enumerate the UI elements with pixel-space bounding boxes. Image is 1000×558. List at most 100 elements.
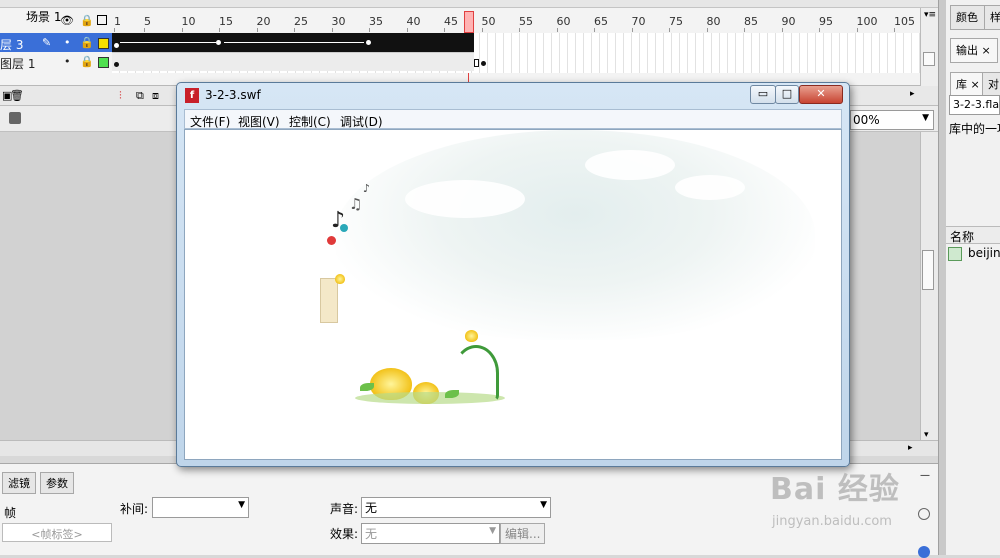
- window-title: 3-2-3.swf: [205, 88, 261, 102]
- scene-name[interactable]: 场景 1: [26, 8, 61, 25]
- playhead[interactable]: [464, 11, 474, 33]
- layer-3-frames[interactable]: [112, 33, 485, 52]
- menu-debug[interactable]: 调试(D): [340, 113, 383, 130]
- flash-player-icon: f: [185, 88, 199, 103]
- frame-number: 45: [444, 15, 458, 28]
- outline-color-swatch[interactable]: [98, 38, 109, 49]
- outline-icon[interactable]: [97, 15, 107, 25]
- visibility-dot[interactable]: •: [64, 36, 71, 49]
- scroll-right-icon[interactable]: ▸: [910, 89, 915, 99]
- frame-ruler[interactable]: 1 5 10 15 20 25 30 35 40 45 50 55 60 65 70 75 80 85 90 95 10…: [112, 12, 920, 32]
- trash-icon[interactable]: 🗑: [10, 89, 24, 102]
- library-item-name: beijing: [968, 246, 1000, 260]
- layer-row-1[interactable]: 图层 1 • 🔒: [0, 52, 112, 71]
- center-frame-icon[interactable]: ⫶: [119, 89, 122, 103]
- tab-align[interactable]: 对: [982, 72, 1000, 97]
- layer-row-3[interactable]: 层 3 ✎ • 🔒: [0, 33, 112, 52]
- frame-number: 55: [519, 15, 533, 28]
- frame-tick: [706, 28, 708, 32]
- swf-movie-content[interactable]: ♪ ♫ ♪: [184, 129, 842, 460]
- onion-outline-icon[interactable]: ⧈: [152, 89, 159, 103]
- tween-select[interactable]: ▼: [152, 497, 249, 518]
- menu-control[interactable]: 控制(C): [289, 113, 331, 130]
- frame-number: 85: [744, 15, 758, 28]
- frame-number: 40: [406, 15, 421, 28]
- frame-number: 1: [114, 15, 121, 28]
- keyframe[interactable]: [366, 40, 371, 45]
- menu-view[interactable]: 视图(V): [238, 113, 280, 130]
- scroll-down-icon[interactable]: ▾: [924, 430, 929, 440]
- keyframe[interactable]: [114, 43, 119, 48]
- timeline-scrollbar[interactable]: ▾≡: [920, 8, 938, 86]
- cloud: [585, 150, 675, 180]
- frame-tick: [631, 28, 633, 32]
- keyframe[interactable]: [481, 61, 486, 66]
- tab-output-label: 输出: [956, 44, 978, 57]
- cloud: [405, 180, 525, 218]
- heart-icon: [340, 224, 348, 232]
- library-item[interactable]: beijing: [948, 246, 1000, 261]
- frame-tick: [219, 28, 220, 32]
- visibility-dot[interactable]: •: [64, 55, 71, 68]
- scroll-thumb[interactable]: [922, 250, 934, 290]
- library-document-select[interactable]: 3-2-3.fla: [949, 95, 1000, 115]
- watermark-url: jingyan.baidu.com: [772, 514, 892, 529]
- scroll-thumb[interactable]: [923, 52, 935, 66]
- sound-select[interactable]: 无 ▼: [361, 497, 551, 518]
- layer-name[interactable]: 层 3: [0, 36, 23, 53]
- end-frame[interactable]: [480, 41, 485, 49]
- lock-icon[interactable]: 🔒: [80, 36, 94, 49]
- frame-number: 25: [294, 15, 308, 28]
- end-frame[interactable]: [474, 59, 479, 67]
- frame-tick: [406, 28, 408, 32]
- frame-number: 10: [181, 15, 196, 28]
- onion-skin-icon[interactable]: ⧉: [136, 89, 144, 103]
- tab-swatches[interactable]: 样: [984, 5, 1000, 30]
- minimize-button[interactable]: ▭: [750, 85, 776, 104]
- flower-icon: [465, 330, 478, 342]
- outline-color-swatch[interactable]: [98, 57, 109, 68]
- scene-icon: [9, 112, 21, 124]
- close-button[interactable]: ✕: [799, 85, 843, 104]
- tween-label: 补间:: [120, 502, 149, 516]
- frame-number: 75: [669, 15, 683, 28]
- tab-parameters[interactable]: 参数: [40, 472, 74, 494]
- frame-number: 80: [706, 15, 721, 28]
- menu-file[interactable]: 文件(F): [190, 113, 230, 130]
- edit-sound-button[interactable]: 编辑...: [500, 523, 546, 544]
- layer-list: 层 3 ✎ • 🔒 图层 1 • 🔒: [0, 33, 112, 73]
- frame-label-field[interactable]: <帧标签>: [2, 523, 112, 542]
- expand-icon[interactable]: [918, 546, 930, 558]
- scroll-right-icon[interactable]: ▸: [908, 443, 913, 453]
- flower-icon: [335, 274, 345, 284]
- tab-library-label: 库: [956, 78, 967, 91]
- chevron-down-icon: ▼: [238, 500, 245, 510]
- tab-filters[interactable]: 滤镜: [2, 472, 36, 494]
- keyframe[interactable]: [114, 62, 119, 67]
- bitmap-icon: [948, 246, 962, 261]
- frame-number: 105: [894, 15, 915, 28]
- sound-value: 无: [365, 501, 378, 515]
- maximize-button[interactable]: □: [775, 85, 799, 104]
- frame-tick: [114, 28, 115, 32]
- frame-label-heading: 帧: [4, 506, 17, 520]
- lock-icon[interactable]: 🔒: [80, 55, 94, 68]
- tab-output[interactable]: 输出 ×: [950, 38, 998, 63]
- layer-1-frames[interactable]: [112, 52, 486, 71]
- flower-card: [320, 278, 338, 323]
- timeline-top-strip: [0, 0, 938, 8]
- library-name-column-header[interactable]: 名称: [946, 226, 1000, 244]
- zoom-select[interactable]: 00% ▼: [850, 110, 934, 130]
- keyframe[interactable]: [216, 40, 221, 45]
- lock-icon[interactable]: 🔒: [80, 14, 94, 27]
- frame-tick: [181, 28, 183, 32]
- frame-tick: [444, 28, 445, 32]
- frame-tick: [369, 28, 370, 32]
- effect-select[interactable]: 无 ▼: [361, 523, 500, 544]
- eye-icon[interactable]: 👁: [60, 14, 74, 27]
- sky-background: [335, 130, 815, 340]
- menu-icon[interactable]: ▾≡: [924, 10, 936, 20]
- layer-name[interactable]: 图层 1: [0, 55, 35, 72]
- chevron-down-icon: ▼: [540, 500, 547, 510]
- motion-tween: [224, 42, 364, 43]
